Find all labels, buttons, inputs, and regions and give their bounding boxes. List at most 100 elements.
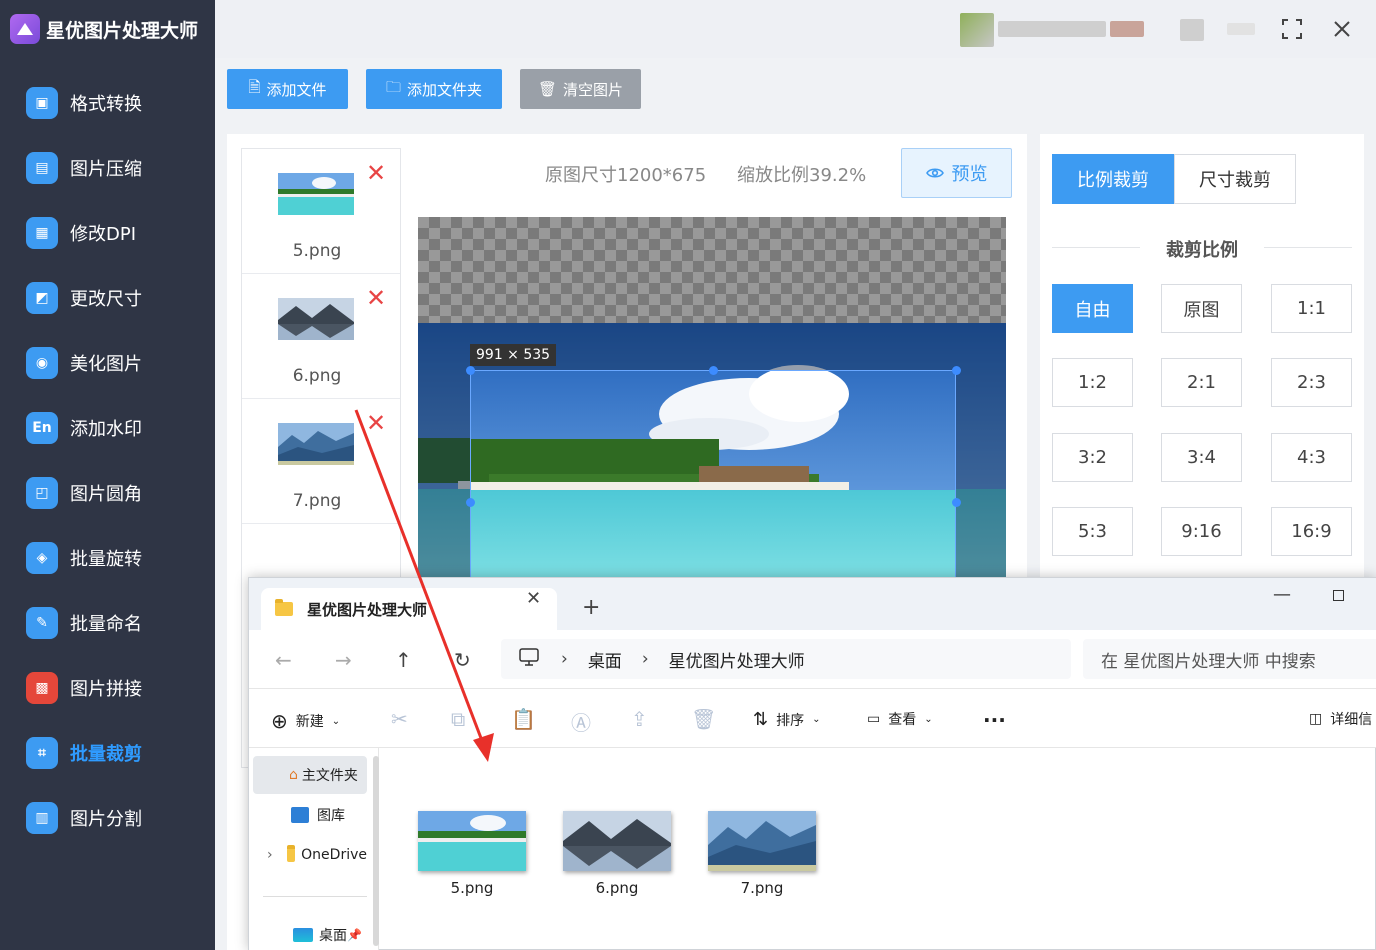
crop-handle-top[interactable]: [709, 366, 718, 375]
breadcrumb-folder[interactable]: 星优图片处理大师: [669, 647, 805, 672]
details-pane-button[interactable]: ◫ 详细信: [1309, 709, 1372, 729]
nav-home[interactable]: ⌂ 主文件夹: [253, 756, 367, 794]
sidebar-item-10[interactable]: ▩ 图片拼接: [0, 655, 215, 720]
delete-file-7-icon[interactable]: ✕: [366, 411, 386, 435]
ratio-option[interactable]: 3:2: [1052, 433, 1133, 482]
ratio-option[interactable]: 1:2: [1052, 358, 1133, 407]
list-item[interactable]: ✕ 5.png: [242, 149, 400, 274]
file-thumbnail-5[interactable]: [418, 811, 526, 871]
sidebar-item-label: 图片圆角: [70, 483, 142, 505]
nav-desktop-label: 桌面: [319, 928, 347, 944]
nav-gallery[interactable]: 图库: [253, 796, 367, 834]
sidebar-item-5[interactable]: ◉ 美化图片: [0, 330, 215, 395]
maximize-icon[interactable]: [1333, 590, 1344, 601]
close-tab-icon[interactable]: ✕: [526, 588, 541, 609]
folder-icon: [275, 599, 293, 616]
chevron-right-icon: ›: [267, 847, 273, 863]
crop-handle-top-right[interactable]: [952, 366, 961, 375]
delete-icon[interactable]: 🗑: [691, 707, 716, 731]
rotate-icon: ◈: [26, 541, 58, 574]
minimize-icon[interactable]: —: [1273, 584, 1291, 605]
sidebar-item-2[interactable]: ▤ 图片压缩: [0, 135, 215, 200]
thumbnail-6: [278, 298, 354, 340]
file-thumbnail-7[interactable]: [708, 811, 816, 871]
sidebar-item-4[interactable]: ◩ 更改尺寸: [0, 265, 215, 330]
forward-arrow-icon[interactable]: →: [335, 648, 352, 672]
ratio-option[interactable]: 3:4: [1161, 433, 1242, 482]
sidebar-item-7[interactable]: ◰ 图片圆角: [0, 460, 215, 525]
view-button[interactable]: ▭ 查看 ⌄: [867, 709, 933, 729]
ratio-option[interactable]: 16:9: [1271, 507, 1352, 556]
ratio-option[interactable]: 4:3: [1271, 433, 1352, 482]
sidebar-item-label: 格式转换: [70, 93, 142, 115]
crop-box[interactable]: [470, 370, 956, 577]
crop-handle-right[interactable]: [952, 498, 961, 507]
puzzle-icon: ▩: [26, 671, 58, 704]
ratio-option[interactable]: 原图: [1161, 284, 1242, 333]
crop-canvas[interactable]: 991 × 535: [418, 217, 1006, 577]
ratio-option[interactable]: 9:16: [1161, 507, 1242, 556]
back-arrow-icon[interactable]: ←: [275, 648, 292, 672]
ratio-option[interactable]: 2:1: [1161, 358, 1242, 407]
sidebar-item-label: 批量命名: [70, 613, 142, 635]
ratio-option[interactable]: 自由: [1052, 284, 1133, 333]
more-options-button[interactable]: ...: [983, 703, 1006, 727]
split-icon: ▥: [26, 801, 58, 834]
delete-file-6-icon[interactable]: ✕: [366, 286, 386, 310]
breadcrumb-desktop[interactable]: 桌面: [588, 647, 622, 672]
refresh-icon[interactable]: ↻: [454, 648, 471, 672]
ratio-option[interactable]: 1:1: [1271, 284, 1352, 333]
close-icon[interactable]: [1327, 14, 1357, 44]
fullscreen-icon[interactable]: [1277, 14, 1307, 44]
app-window: 星优图片处理大师 ▣ 格式转换 ▤ 图片压缩 ▦ 修改DPI ◩ 更改尺寸 ◉ 美化图片 En 添加水…: [0, 0, 1376, 950]
sidebar-item-12[interactable]: ▥ 图片分割: [0, 785, 215, 850]
crop-handle-left[interactable]: [466, 498, 475, 507]
tab-ratio-crop[interactable]: 比例裁剪: [1052, 154, 1174, 204]
add-folder-button[interactable]: 🗀 添加文件夹: [366, 69, 502, 109]
file-thumbnail-6[interactable]: [563, 811, 671, 871]
preview-button[interactable]: 预览: [901, 148, 1012, 198]
rename-icon[interactable]: Ⓐ: [571, 707, 591, 736]
explorer-tab[interactable]: 星优图片处理大师: [261, 588, 557, 630]
search-input[interactable]: 在 星优图片处理大师 中搜索: [1083, 639, 1376, 679]
list-item[interactable]: ✕ 6.png: [242, 274, 400, 399]
paste-icon[interactable]: 📋: [511, 707, 536, 731]
sidebar-item-3[interactable]: ▦ 修改DPI: [0, 200, 215, 265]
clear-images-button[interactable]: 🗑 清空图片: [520, 69, 641, 109]
cut-icon[interactable]: ✂: [391, 707, 408, 731]
trash-icon: 🗑: [537, 80, 558, 98]
file-name: 7.png: [740, 879, 784, 897]
add-file-button[interactable]: 🗎 添加文件: [227, 69, 348, 109]
nav-onedrive-label: OneDrive: [301, 847, 367, 863]
clear-images-label: 清空图片: [563, 80, 624, 99]
sort-button[interactable]: ⇅ 排序 ⌄: [753, 709, 820, 730]
address-bar[interactable]: › 桌面 › 星优图片处理大师: [501, 639, 1071, 679]
nav-desktop[interactable]: 桌面 📌: [253, 916, 367, 950]
list-item[interactable]: ✕ 7.png: [242, 399, 400, 524]
sidebar: 星优图片处理大师 ▣ 格式转换 ▤ 图片压缩 ▦ 修改DPI ◩ 更改尺寸 ◉ 美化图片 En 添加水…: [0, 0, 215, 950]
sidebar-item-8[interactable]: ◈ 批量旋转: [0, 525, 215, 590]
sidebar-item-label: 图片分割: [70, 808, 142, 830]
plus-circle-icon: ⊕: [271, 709, 288, 733]
ratio-option[interactable]: 2:3: [1271, 358, 1352, 407]
sidebar-item-6[interactable]: En 添加水印: [0, 395, 215, 460]
ratio-option[interactable]: 5:3: [1052, 507, 1133, 556]
view-icon: ▭: [867, 711, 881, 727]
sidebar-item-9[interactable]: ✎ 批量命名: [0, 590, 215, 655]
sidebar-item-11[interactable]: ⌗ 批量裁剪: [0, 720, 215, 785]
sidebar-item-label: 批量裁剪: [70, 743, 142, 765]
new-button[interactable]: ⊕ 新建 ⌄: [271, 709, 340, 733]
nav-onedrive[interactable]: › OneDrive: [253, 836, 367, 874]
up-arrow-icon[interactable]: ↑: [395, 648, 412, 672]
file-view: 5.png 6.png 7.png: [380, 748, 1376, 950]
copy-icon[interactable]: ⧉: [451, 707, 465, 731]
new-tab-icon[interactable]: +: [582, 595, 600, 620]
user-account-blurred[interactable]: [960, 13, 1150, 47]
preview-label: 预览: [951, 164, 988, 185]
scrollbar[interactable]: [373, 756, 379, 946]
share-icon[interactable]: ⇪: [631, 707, 648, 731]
sidebar-item-1[interactable]: ▣ 格式转换: [0, 70, 215, 135]
tab-size-crop[interactable]: 尺寸裁剪: [1174, 154, 1296, 204]
delete-file-5-icon[interactable]: ✕: [366, 161, 386, 185]
crop-handle-top-left[interactable]: [466, 366, 475, 375]
